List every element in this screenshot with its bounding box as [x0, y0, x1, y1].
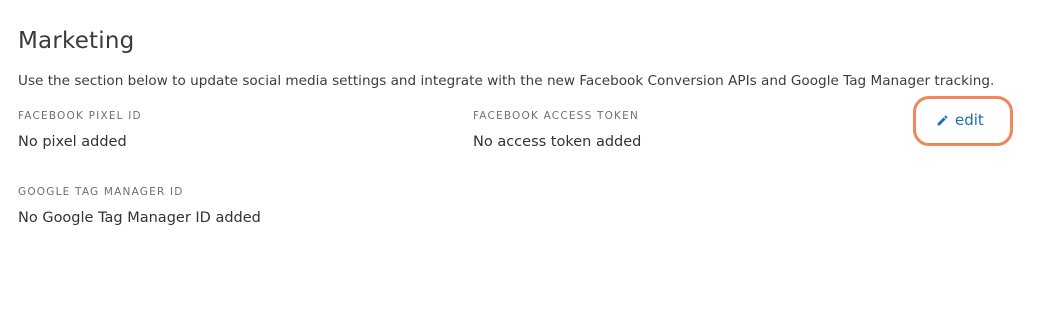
pencil-icon	[936, 114, 949, 127]
field-label: FACEBOOK ACCESS TOKEN	[473, 110, 640, 122]
field-value: No pixel added	[18, 134, 127, 150]
facebook-access-token-field: FACEBOOK ACCESS TOKEN No access token ad…	[473, 110, 641, 150]
edit-label: edit	[955, 111, 984, 129]
section-description: Use the section below to update social m…	[18, 73, 995, 89]
field-label: FACEBOOK PIXEL ID	[18, 110, 142, 122]
field-value: No Google Tag Manager ID added	[18, 210, 261, 226]
google-tag-manager-id-field: GOOGLE TAG MANAGER ID No Google Tag Mana…	[18, 186, 261, 226]
facebook-pixel-id-field: FACEBOOK PIXEL ID No pixel added	[18, 110, 142, 150]
field-value: No access token added	[473, 134, 642, 150]
section-title: Marketing	[18, 28, 135, 54]
marketing-section: Marketing Use the section below to updat…	[18, 0, 1028, 309]
edit-button[interactable]: edit	[936, 111, 984, 129]
field-label: GOOGLE TAG MANAGER ID	[18, 186, 184, 198]
